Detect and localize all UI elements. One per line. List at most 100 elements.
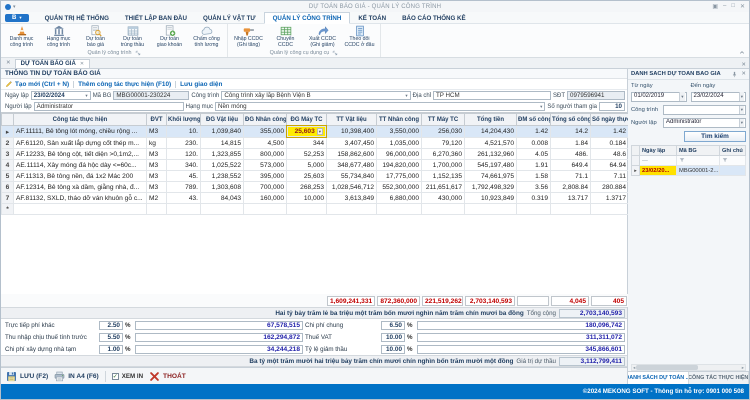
save-layout-button[interactable]: Lưu giao diện <box>180 81 222 88</box>
cell[interactable]: 7.11 <box>591 171 629 182</box>
cell[interactable]: 10,000 <box>287 193 327 204</box>
scroll-right-icon[interactable]: ▸ <box>741 365 745 371</box>
cell[interactable] <box>465 204 517 215</box>
column-header[interactable]: TT Vật liệu <box>327 114 377 126</box>
column-header[interactable]: Khối lượng <box>167 114 201 126</box>
cell[interactable]: 14.2 <box>551 126 591 138</box>
save-button[interactable]: LƯU (F2) <box>6 371 48 382</box>
table-row[interactable]: 2AF.61120, Sản xuất lắp dựng cốt thép m.… <box>2 138 629 149</box>
table-row[interactable]: 5AF.11313, Bê tông nền, đá 1x2 Mác 200M3… <box>2 171 629 182</box>
dialog-launcher-icon[interactable] <box>332 50 338 56</box>
fee-percent-input[interactable]: 5.50 <box>99 333 123 342</box>
cell[interactable]: 348,677,480 <box>327 160 377 171</box>
cell[interactable]: 55,734,840 <box>327 171 377 182</box>
cell[interactable]: 1,303,608 <box>201 182 244 193</box>
so-nguoi-input[interactable]: 10 <box>599 102 625 111</box>
ribbon-button[interactable]: Dự toángiao khoán <box>151 25 188 49</box>
fee-percent-input[interactable]: 10.00 <box>381 345 405 354</box>
cell[interactable]: 211,651,617 <box>422 182 465 193</box>
ribbon-tab[interactable]: QUẢN LÝ CÔNG TRÌNH <box>264 12 351 24</box>
column-header[interactable]: ĐM số công <box>517 114 551 126</box>
cell[interactable] <box>551 204 591 215</box>
cell[interactable]: 79,120 <box>422 138 465 149</box>
cell[interactable]: 71.1 <box>551 171 591 182</box>
cell[interactable]: 1.42 <box>591 126 629 138</box>
column-header[interactable]: Mã BG <box>677 146 720 156</box>
minimize-icon[interactable]: – <box>723 3 726 10</box>
fee-percent-input[interactable]: 6.50 <box>381 321 405 330</box>
close-icon[interactable]: ✕ <box>740 3 745 10</box>
tab-close-icon[interactable]: ✕ <box>80 61 84 67</box>
print-button[interactable]: IN A4 (F6) <box>54 371 99 382</box>
cell[interactable]: 52,253 <box>287 149 327 160</box>
chevron-down-icon[interactable]: ▾ <box>739 118 744 127</box>
cell[interactable]: M3 <box>147 160 167 171</box>
cell[interactable]: 84,043 <box>201 193 244 204</box>
cell[interactable]: 280.884 <box>591 182 629 193</box>
ribbon-tab[interactable]: QUẢN LÝ VẬT TƯ <box>195 13 264 23</box>
ribbon-button[interactable]: Chấm côngtính lương <box>188 25 225 49</box>
cell[interactable]: 3,550,000 <box>377 126 422 138</box>
cell[interactable]: 1.3717 <box>591 193 629 204</box>
column-header[interactable]: Tổng tiền <box>465 114 517 126</box>
cell[interactable]: AF.11111, Bê tông lót móng, chiều rộng .… <box>14 126 147 138</box>
cell[interactable]: 25,603▾ <box>287 126 326 137</box>
cell[interactable]: 13.717 <box>551 193 591 204</box>
maximize-icon[interactable]: □ <box>731 3 735 10</box>
hang-muc-input[interactable]: Nền móng▾ <box>215 102 545 111</box>
cell[interactable] <box>327 204 377 215</box>
panel-tab[interactable]: DANH SÁCH DỰ TOÁN ... <box>628 372 689 384</box>
cell[interactable]: 0.319 <box>517 193 551 204</box>
dialog-launcher-icon[interactable] <box>135 50 141 56</box>
tu-ngay-input[interactable]: 01/02/2019▾ <box>631 92 687 102</box>
cell[interactable]: 256,030 <box>422 126 465 138</box>
ribbon-button[interactable]: Danh mụccông trình <box>3 25 40 49</box>
cell[interactable]: 64.94 <box>591 160 629 171</box>
cell[interactable]: 2,808.84 <box>551 182 591 193</box>
cell[interactable] <box>167 204 201 215</box>
new-row[interactable]: * <box>2 204 629 215</box>
chevron-down-icon[interactable]: ▾ <box>403 92 407 100</box>
cell[interactable]: 0.184 <box>591 138 629 149</box>
cell[interactable]: 1.58 <box>517 171 551 182</box>
close-all-tabs-icon[interactable]: ✕ <box>6 60 11 66</box>
cell[interactable] <box>377 204 422 215</box>
cell[interactable]: 10,398,400 <box>327 126 377 138</box>
chevron-down-icon[interactable]: ▾ <box>739 92 744 101</box>
cell[interactable]: kg <box>147 138 167 149</box>
column-header[interactable]: Số ngày thực hiện <box>591 114 629 126</box>
ribbon-button[interactable]: Hạng mụccông trình <box>40 25 77 49</box>
cell[interactable]: 3,613,849 <box>327 193 377 204</box>
panel-nguoi-lap-input[interactable]: Administrator▾ <box>663 118 746 128</box>
cell-dropdown-icon[interactable]: ▾ <box>317 128 323 135</box>
cell[interactable]: M3 <box>147 182 167 193</box>
cell[interactable]: 45. <box>167 171 201 182</box>
panel-cong-trinh-input[interactable]: ▾ <box>663 105 746 115</box>
cell[interactable]: 552,300,000 <box>377 182 422 193</box>
ribbon-tab[interactable]: BÁO CÁO THỐNG KÊ <box>394 13 474 23</box>
fee-percent-input[interactable]: 10.00 <box>381 333 405 342</box>
cell[interactable]: 10,923,849 <box>465 193 517 204</box>
cell[interactable]: 1,792,498,329 <box>465 182 517 193</box>
cell[interactable]: 74,661,975 <box>465 171 517 182</box>
cell[interactable]: AF.81132, SXLD, tháo dỡ ván khuôn gỗ c..… <box>14 193 147 204</box>
cell[interactable]: 96,000,000 <box>377 149 422 160</box>
cell[interactable]: 1,323,855 <box>201 149 244 160</box>
cell[interactable]: 4.05 <box>517 149 551 160</box>
pin-icon[interactable] <box>731 71 738 78</box>
ribbon-button[interactable]: ChuyểnCCDC <box>267 25 304 49</box>
chevron-down-icon[interactable]: ▾ <box>739 105 744 114</box>
sdt-input[interactable]: 0979596941 <box>567 91 625 100</box>
ribbon-button[interactable]: Xuất CCDC(Ghi giảm) <box>304 25 341 49</box>
cell[interactable]: 3.56 <box>517 182 551 193</box>
cell[interactable]: 573,000 <box>244 160 287 171</box>
cell[interactable] <box>720 166 746 176</box>
cell[interactable] <box>14 204 147 215</box>
exit-button[interactable]: THOÁT <box>149 371 186 382</box>
cell[interactable]: 25,603 <box>287 171 327 182</box>
cell[interactable]: 1.91 <box>517 160 551 171</box>
cell[interactable] <box>287 204 327 215</box>
cell[interactable]: 1,238,552 <box>201 171 244 182</box>
cong-trinh-input[interactable]: Công trình xây lắp Bệnh Viện B▾ <box>221 91 410 100</box>
tab-scroll-close-icon[interactable]: ✕ <box>741 62 746 68</box>
